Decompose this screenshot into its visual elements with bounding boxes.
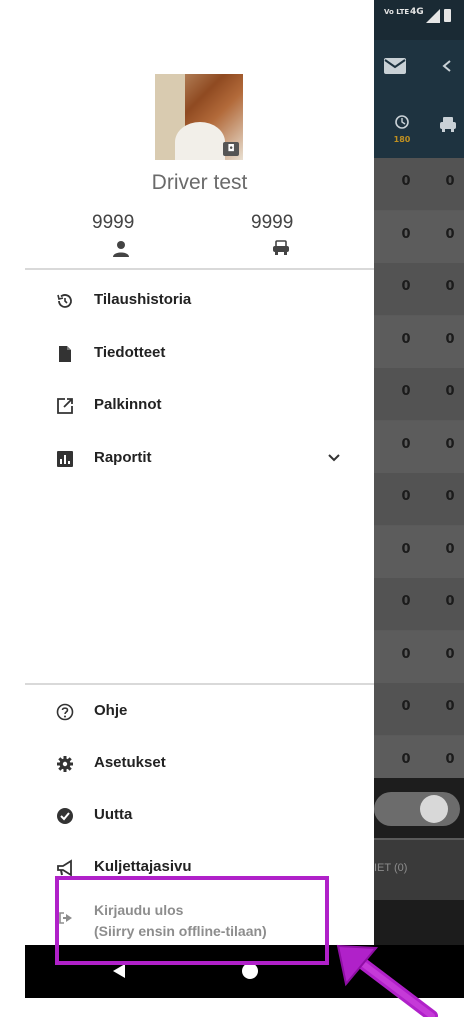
table-row[interactable]: 00 [374, 525, 464, 578]
highlight-box [55, 876, 329, 965]
stat-left-value: 9999 [92, 212, 135, 233]
bar-chart-icon [57, 451, 73, 467]
external-link-icon [57, 398, 73, 414]
avatar[interactable]: ◘ [155, 74, 243, 160]
menu-label: Tiedotteet [94, 344, 166, 361]
menu-label: Tilaushistoria [94, 291, 192, 308]
avatar-photo-detail-2 [175, 122, 225, 160]
table-cell: 0 [401, 279, 411, 294]
divider [25, 268, 374, 270]
clock-icon [395, 115, 409, 129]
nav-home-icon[interactable] [242, 963, 258, 979]
table-cell: 0 [445, 489, 455, 504]
table-cell: 0 [401, 436, 411, 452]
megaphone-icon [57, 859, 72, 877]
menu-label: Palkinnot [94, 396, 162, 413]
app-header [374, 40, 464, 160]
table-row[interactable]: 00 [374, 630, 464, 683]
menu-item-uutta[interactable]: Uutta [25, 796, 374, 836]
table-cell: 0 [445, 436, 455, 452]
table-cell: 0 [401, 594, 411, 609]
online-toggle-bar [374, 778, 464, 838]
table-cell: 0 [401, 489, 411, 504]
table-cell: 0 [445, 174, 455, 189]
table-cell: 0 [401, 541, 411, 557]
stat-right-value: 9999 [251, 212, 294, 233]
history-icon [57, 294, 72, 308]
table-cell: 0 [401, 646, 411, 662]
table-cell: 0 [445, 699, 455, 714]
table-cell: 0 [445, 541, 455, 557]
back-chevron-icon[interactable] [442, 60, 452, 72]
gear-icon [57, 756, 73, 772]
table-row[interactable]: 00 [374, 315, 464, 368]
table-cell: 0 [401, 226, 411, 242]
table-row[interactable]: 00 [374, 420, 464, 473]
help-icon [56, 703, 74, 721]
camera-icon[interactable]: ◘ [223, 142, 239, 156]
column-header-time[interactable]: 180 [390, 115, 414, 144]
table-cell: 0 [401, 699, 411, 714]
menu-label: Uutta [94, 806, 133, 823]
table-cell: 0 [445, 279, 455, 294]
tab-label[interactable]: IET (0) [374, 862, 407, 874]
person-icon [113, 241, 129, 257]
table-cell: 0 [445, 384, 455, 399]
table-cell: 0 [445, 646, 455, 662]
table-row[interactable]: 00 [374, 683, 464, 735]
menu-item-asetukset[interactable]: Asetukset [25, 744, 374, 784]
nav-back-icon[interactable] [111, 963, 127, 979]
driver-name: Driver test [151, 171, 248, 194]
table-cell: 0 [445, 751, 455, 767]
car-icon [273, 240, 289, 255]
table-cell: 0 [445, 226, 455, 242]
status-bar: Vo LTE 4G [374, 0, 464, 40]
table-cell: 0 [445, 331, 455, 347]
table-row[interactable]: 00 [374, 368, 464, 420]
background-app: Vo LTE 4G 180 000000000000000000000000 I… [374, 0, 464, 998]
table-cell: 0 [401, 751, 411, 767]
menu-label: Kuljettajasivu [94, 858, 192, 875]
signal-icon [426, 9, 440, 23]
table-row[interactable]: 00 [374, 158, 464, 210]
table-cell: 0 [401, 331, 411, 347]
divider [25, 683, 374, 685]
column-header-value: 180 [393, 135, 411, 144]
table-cell: 0 [401, 174, 411, 189]
online-toggle[interactable] [374, 792, 460, 826]
tab-bar: IET (0) [374, 840, 464, 900]
battery-icon [444, 9, 451, 22]
menu-label: Raportit [94, 449, 152, 466]
status-operator: Vo LTE [384, 8, 410, 16]
document-icon [59, 346, 71, 362]
menu-item-tiedotteet[interactable]: Tiedotteet [25, 334, 374, 374]
status-network: 4G [410, 7, 424, 17]
table-row[interactable]: 00 [374, 473, 464, 525]
table-cell: 0 [401, 384, 411, 399]
table-cell: 0 [445, 594, 455, 609]
badge-check-icon [57, 808, 73, 824]
mail-icon[interactable] [384, 58, 406, 74]
navigation-drawer: ◘ Driver test 9999 9999 Tilaushistoria T… [25, 0, 374, 945]
menu-item-ohje[interactable]: Ohje [25, 692, 374, 732]
table-row[interactable]: 00 [374, 210, 464, 263]
menu-item-palkinnot[interactable]: Palkinnot [25, 386, 374, 426]
annotation-arrow-icon [336, 944, 438, 1017]
chevron-down-icon[interactable] [327, 451, 341, 465]
menu-item-raportit[interactable]: Raportit [25, 439, 374, 479]
menu-item-tilaushistoria[interactable]: Tilaushistoria [25, 281, 374, 321]
menu-label: Ohje [94, 702, 128, 719]
table-row[interactable]: 00 [374, 578, 464, 630]
table-row[interactable]: 00 [374, 263, 464, 315]
toggle-knob[interactable] [420, 795, 448, 823]
car-icon [440, 117, 456, 132]
menu-label: Asetukset [94, 754, 166, 771]
column-header-car[interactable] [436, 115, 460, 137]
